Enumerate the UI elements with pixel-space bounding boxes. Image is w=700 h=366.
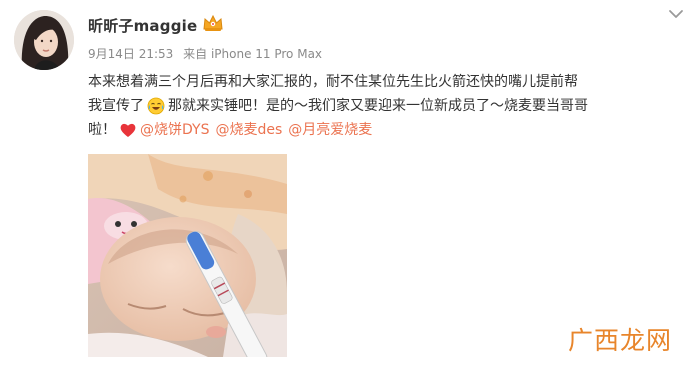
- vip-crown-icon[interactable]: [202, 14, 224, 32]
- avatar-image: [14, 10, 74, 70]
- mention-link[interactable]: @月亮爱烧麦: [288, 118, 372, 142]
- post-text-line: 本来想着满三个月后再和大家汇报的，耐不住某位先生比火箭还快的嘴儿提前帮: [88, 70, 688, 94]
- post-text-segment: 啦！: [88, 122, 116, 138]
- post-meta: 9月14日 21:53 来自 iPhone 11 Pro Max: [88, 45, 328, 62]
- author-name[interactable]: 昕昕子maggie: [88, 15, 197, 36]
- crying-laughing-emoji: [147, 97, 165, 115]
- post-text-segment: 本来想着满三个月后再和大家汇报的，耐不住某位先生比火箭还快的嘴儿提前帮: [88, 74, 578, 90]
- post-timestamp[interactable]: 9月14日 21:53: [88, 47, 173, 61]
- post-text-line: 我宣传了 那就来实锤吧！是的～我们家又要迎来一位新成员了～烧麦要当哥哥: [88, 94, 688, 118]
- baby-and-pregnancy-test-photo: [88, 154, 287, 357]
- red-heart-emoji: [120, 123, 136, 137]
- post-text-segment: 我宣传了: [88, 98, 144, 114]
- post-text-line: 啦！ @烧饼DYS @烧麦des @月亮爱烧麦: [88, 118, 688, 142]
- post-photo[interactable]: [88, 154, 287, 357]
- post-text: 本来想着满三个月后再和大家汇报的，耐不住某位先生比火箭还快的嘴儿提前帮 我宣传了…: [88, 70, 688, 142]
- mention-link[interactable]: @烧饼DYS: [140, 118, 209, 142]
- watermark-text: 广西龙网: [568, 326, 673, 355]
- chevron-down-icon[interactable]: [668, 8, 684, 20]
- post-source: 来自 iPhone 11 Pro Max: [183, 47, 323, 61]
- avatar[interactable]: [14, 10, 74, 70]
- watermark: 广西龙网: [568, 321, 672, 357]
- mention-link[interactable]: @烧麦des: [215, 118, 282, 142]
- weibo-post-card: 昕昕子maggie 9月14日 21:53 来自 iPhone 11 Pro M…: [0, 0, 700, 366]
- post-text-segment: 那就来实锤吧！是的～我们家又要迎来一位新成员了～烧麦要当哥哥: [168, 98, 588, 114]
